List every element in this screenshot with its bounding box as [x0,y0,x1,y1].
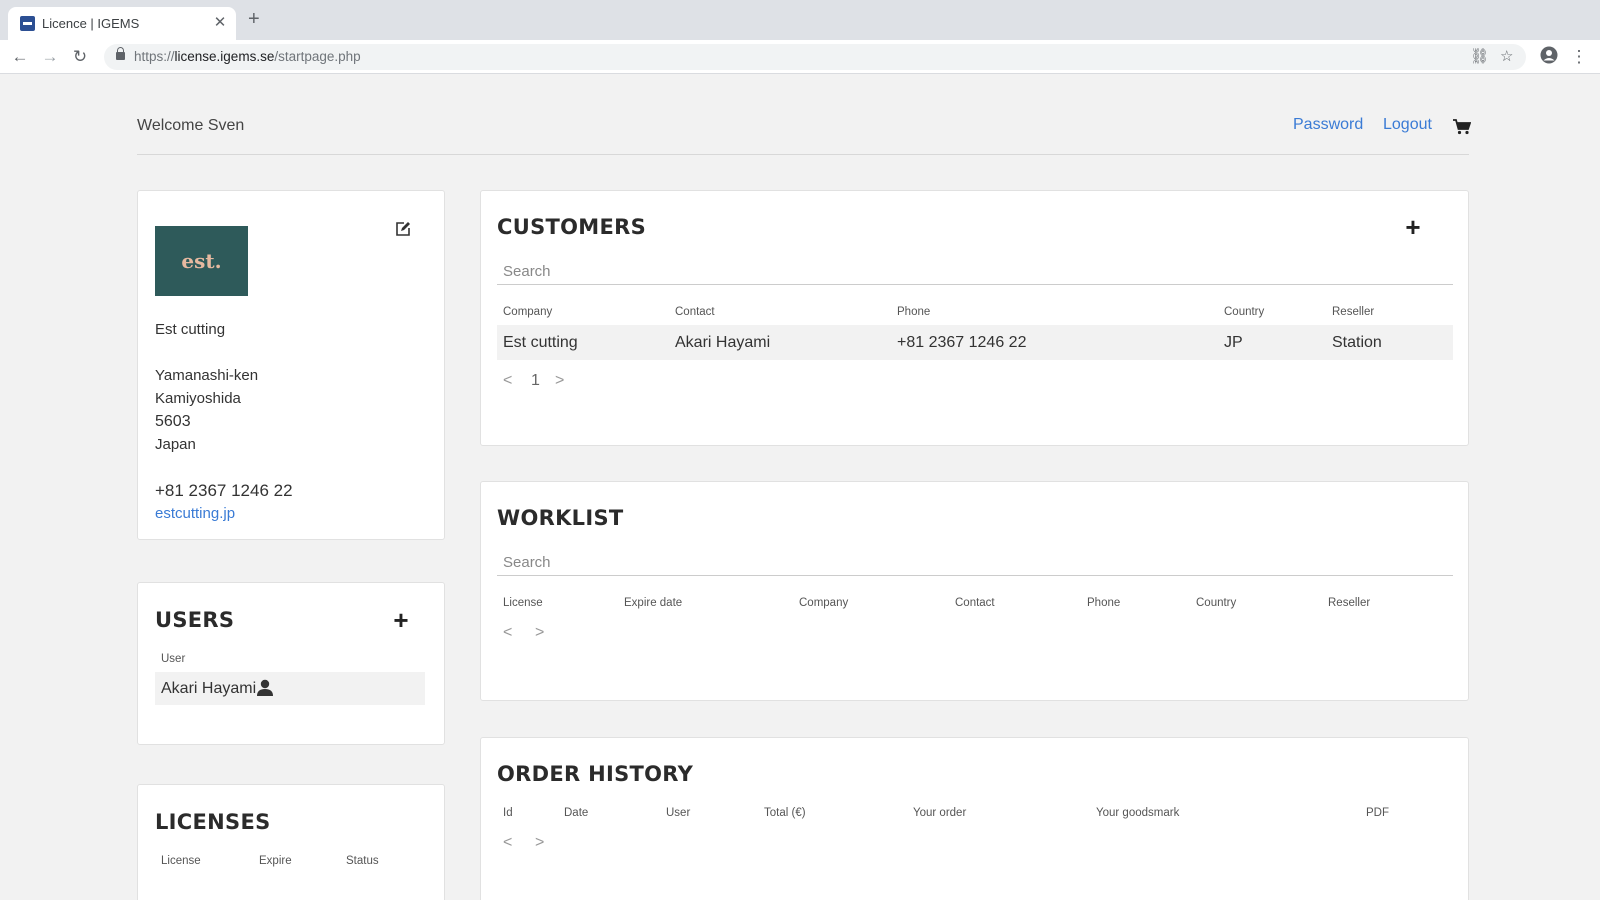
welcome-text: Welcome Sven [137,117,245,134]
top-header: Welcome Sven Password Logout [137,75,1471,155]
worklist-column-country: Country [1196,597,1237,609]
users-card: USERS + User Akari Hayami [137,582,445,745]
users-column-user: User [161,653,186,665]
profile-icon[interactable] [1538,46,1560,68]
customers-column-country: Country [1224,306,1265,318]
pager-page-1[interactable]: 1 [531,372,540,390]
edit-icon[interactable] [395,221,411,237]
orders-column-your-goodsmark: Your goodsmark [1096,807,1180,819]
customer-country: JP [1224,334,1243,351]
customers-column-company: Company [503,306,553,318]
tab-close-icon[interactable]: ✕ [212,13,228,31]
star-icon[interactable]: ☆ [1500,47,1513,65]
worklist-column-company: Company [799,597,849,609]
orders-column-date: Date [564,807,589,819]
add-customer-button[interactable]: + [1403,214,1423,240]
orders-column-your-order: Your order [913,807,967,819]
customers-column-reseller: Reseller [1332,306,1375,318]
orders-column-user: User [666,807,691,819]
licenses-column-status: Status [346,855,379,867]
pager-prev-button[interactable]: < [503,624,512,642]
worklist-column-reseller: Reseller [1328,597,1371,609]
password-link[interactable]: Password [1293,116,1363,134]
lock-icon [116,47,125,60]
igems-favicon-icon [20,16,35,31]
address-line-2: Kamiyoshida [155,390,241,407]
menu-dots-icon[interactable]: ⋮ [1568,46,1590,68]
licenses-card: LICENSES License Expire Status [137,784,445,900]
worklist-column-contact: Contact [955,597,995,609]
cart-icon[interactable] [1453,119,1471,135]
reload-icon[interactable]: ↻ [69,46,91,68]
logout-link[interactable]: Logout [1383,116,1432,134]
worklist-column-phone: Phone [1087,597,1121,609]
orders-column-id: Id [503,807,513,819]
user-icon [257,679,273,696]
address-bar[interactable]: https://license.igems.se/startpage.php ⛓… [104,44,1526,70]
new-tab-button[interactable]: + [248,9,260,29]
customer-phone: +81 2367 1246 22 [897,334,1027,351]
worklist-search-input[interactable] [497,550,1453,576]
worklist-column-expire-date: Expire date [624,597,683,609]
pager-next-button[interactable]: > [535,834,544,852]
url-text: https://license.igems.se/startpage.php [134,49,361,64]
company-website-link[interactable]: estcutting.jp [155,505,235,522]
forward-arrow-icon[interactable]: → [39,46,61,68]
company-card: est. Est cutting Yamanashi-ken Kamiyoshi… [137,190,445,540]
user-name[interactable]: Akari Hayami [161,680,256,698]
pager-next-button[interactable]: > [555,372,564,390]
worklist-title: WORKLIST [497,506,624,530]
company-name: Est cutting [155,321,226,338]
pager-prev-button[interactable]: < [503,372,512,390]
licenses-column-expire: Expire [259,855,292,867]
customer-contact: Akari Hayami [675,334,771,351]
customers-search-input[interactable] [497,259,1453,285]
pager-prev-button[interactable]: < [503,834,512,852]
orders-column-pdf: PDF [1366,807,1389,819]
key-icon[interactable]: ⛓ [1470,47,1489,65]
tab-title: Licence | IGEMS [42,16,140,31]
order-history-title: ORDER HISTORY [497,762,694,786]
browser-tab[interactable]: Licence | IGEMS ✕ [8,7,236,40]
browser-toolbar: ← → ↻ https://license.igems.se/startpage… [0,40,1600,74]
users-title: USERS [155,608,235,632]
orders-column-total: Total (€) [764,807,806,819]
company-phone: +81 2367 1246 22 [155,481,293,500]
postal-code: 5603 [155,413,191,430]
customer-company: Est cutting [503,334,578,351]
add-user-button[interactable]: + [391,607,411,633]
customer-reseller: Station [1332,334,1382,351]
licenses-column-license: License [161,855,201,867]
company-logo: est. [155,226,248,296]
back-arrow-icon[interactable]: ← [9,46,31,68]
page-content: Welcome Sven Password Logout est. Est cu… [0,75,1600,900]
worklist-column-license: License [503,597,543,609]
customers-card: CUSTOMERS + Company Contact Phone Countr… [480,190,1469,446]
customers-column-contact: Contact [675,306,715,318]
order-history-card: ORDER HISTORY Id Date User Total (€) You… [480,737,1469,900]
company-country: Japan [155,436,196,453]
customers-title: CUSTOMERS [497,215,647,239]
licenses-title: LICENSES [155,810,271,834]
customers-column-phone: Phone [897,306,931,318]
pager-next-button[interactable]: > [535,624,544,642]
address-line-1: Yamanashi-ken [155,367,259,384]
browser-tab-bar: Licence | IGEMS ✕ + [0,0,1600,40]
worklist-card: WORKLIST License Expire date Company Con… [480,481,1469,701]
